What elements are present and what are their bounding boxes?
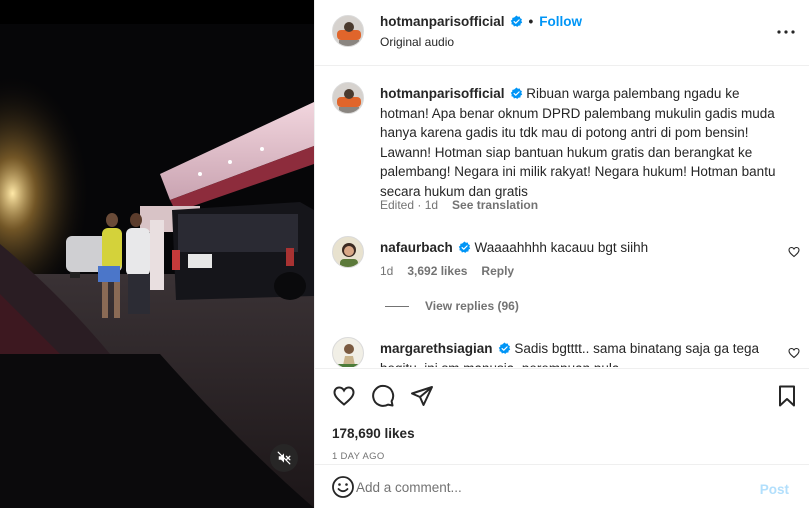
likes-count[interactable]: 178,690 likes	[332, 426, 415, 441]
comment-username[interactable]: nafaurbach	[380, 240, 453, 255]
profile-picture	[333, 16, 363, 46]
more-horizontal-icon	[777, 30, 795, 34]
like-heart-icon[interactable]	[332, 384, 356, 408]
reply-button[interactable]: Reply	[481, 264, 514, 278]
add-comment-bar: Post	[315, 464, 809, 508]
username-link[interactable]: hotmanparisofficial	[380, 14, 505, 29]
caption-text-block: hotmanparisofficial Ribuan warga palemba…	[380, 84, 780, 201]
speaker-muted-icon	[277, 451, 291, 465]
post-button[interactable]: Post	[760, 482, 789, 497]
mute-button[interactable]	[270, 444, 298, 472]
share-paper-plane-icon[interactable]	[410, 384, 434, 408]
comment-text: Waaaahhhh kacauu bgt siihh	[474, 240, 649, 255]
view-replies-label: View replies (96)	[425, 299, 519, 313]
profile-picture	[333, 338, 363, 367]
save-bookmark-icon[interactable]	[775, 384, 799, 408]
comment-input[interactable]	[355, 475, 755, 499]
post-header: hotmanparisofficial • Follow Original au…	[315, 0, 809, 66]
caption-text: Ribuan warga palembang ngadu ke hotman! …	[380, 86, 776, 199]
video-top-bar	[0, 0, 314, 24]
post-actions: 178,690 likes 1 DAY AGO	[315, 368, 809, 464]
comment-username[interactable]: margarethsiagian	[380, 341, 493, 356]
avatar[interactable]	[332, 337, 364, 367]
avatar[interactable]	[332, 15, 364, 47]
separator-dot: •	[528, 14, 534, 29]
emoji-icon[interactable]	[331, 475, 355, 499]
verified-badge-icon	[510, 15, 522, 27]
video-frame	[0, 24, 314, 508]
header-user-line: hotmanparisofficial • Follow	[380, 14, 582, 29]
caption-meta: Edited · 1d See translation	[380, 198, 538, 212]
verified-badge-icon	[458, 241, 470, 253]
like-comment-heart-icon[interactable]	[788, 347, 800, 359]
view-replies-button[interactable]: View replies (96)	[385, 299, 519, 313]
edited-label: Edited · 1d	[380, 198, 439, 212]
profile-picture	[333, 237, 363, 267]
instagram-post-modal: hotmanparisofficial • Follow Original au…	[0, 0, 809, 508]
comment-text-block: nafaurbach Waaaahhhh kacauu bgt siihh	[380, 238, 780, 258]
comment-text-block: margarethsiagian Sadis bgtttt.. sama bin…	[380, 339, 780, 367]
more-options-button[interactable]	[776, 22, 796, 42]
comments-list[interactable]: hotmanparisofficial Ribuan warga palemba…	[315, 67, 809, 367]
divider-line	[385, 305, 409, 307]
avatar[interactable]	[332, 236, 364, 268]
verified-badge-icon	[510, 87, 522, 99]
like-comment-heart-icon[interactable]	[788, 246, 800, 258]
follow-button[interactable]: Follow	[539, 14, 582, 29]
comment-bubble-icon[interactable]	[371, 384, 395, 408]
avatar[interactable]	[332, 82, 364, 114]
caption-username[interactable]: hotmanparisofficial	[380, 86, 505, 101]
post-date: 1 DAY AGO	[332, 451, 385, 462]
comment-likes[interactable]: 3,692 likes	[407, 264, 467, 278]
comment-meta: 1d 3,692 likes Reply	[380, 264, 514, 278]
audio-link[interactable]: Original audio	[380, 35, 454, 49]
video-player[interactable]	[0, 0, 314, 508]
post-details-panel: hotmanparisofficial • Follow Original au…	[314, 0, 809, 508]
comment-age: 1d	[380, 264, 394, 278]
profile-picture	[333, 83, 363, 113]
verified-badge-icon	[498, 342, 510, 354]
see-translation-link[interactable]: See translation	[452, 198, 538, 212]
